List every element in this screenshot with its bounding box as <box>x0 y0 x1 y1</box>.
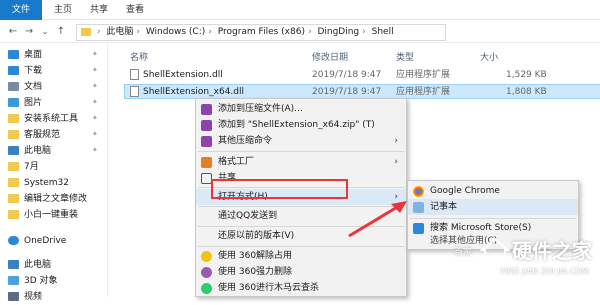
360-icon <box>201 251 212 262</box>
file-type: 应用程序扩展 <box>396 70 451 80</box>
ribbon: 文件 主页 共享 查看 <box>0 0 600 20</box>
house-logo-icon <box>480 237 510 266</box>
360-shield-icon <box>201 283 212 294</box>
menu-separator <box>198 151 404 152</box>
folder-icon <box>8 210 19 219</box>
pin-icon: ✦ <box>92 50 98 58</box>
folder-icon <box>8 162 19 171</box>
nav-item-documents[interactable]: 文档 <box>8 80 42 95</box>
nav-item-downloads[interactable]: 下载 <box>8 64 42 79</box>
nav-item-system32[interactable]: System32 <box>8 176 69 191</box>
file-date: 2019/7/18 9:47 <box>312 70 382 80</box>
pin-icon: ✦ <box>92 98 98 106</box>
watermark: 硬件之家 YING JIAN ZHI JIA.COM 百家 <box>450 229 596 293</box>
nav-item-service-rules[interactable]: 客服规范 <box>8 128 60 143</box>
breadcrumb-drive[interactable]: Windows (C:) <box>146 25 205 40</box>
submenu-item-notepad[interactable]: 记事本 <box>408 199 578 215</box>
dll-file-icon <box>130 86 139 97</box>
pin-icon: ✦ <box>92 82 98 90</box>
nav-item-3d-objects[interactable]: 3D 对象 <box>8 274 58 289</box>
pin-icon: ✦ <box>92 146 98 154</box>
address-input[interactable]: › 此电脑 › Windows (C:) › Program Files (x86)… <box>76 24 446 41</box>
pin-icon: ✦ <box>92 66 98 74</box>
download-icon <box>8 66 19 75</box>
nav-item-this-pc[interactable]: 此电脑 <box>8 258 51 273</box>
menu-item-add-to-zip[interactable]: 添加到 "ShellExtension_x64.zip" (T) <box>196 117 406 133</box>
breadcrumb-program-files[interactable]: Program Files (x86) <box>218 25 305 40</box>
file-size: 1,529 KB <box>506 70 547 80</box>
dll-file-icon <box>130 69 139 80</box>
nav-item-edit-articles[interactable]: 编辑之文章修改 <box>8 192 87 207</box>
file-name: ShellExtension_x64.dll <box>143 87 244 97</box>
highlight-open-with <box>211 179 348 199</box>
red-arrow-icon <box>348 201 407 238</box>
nav-item-desktop[interactable]: 桌面 <box>8 48 42 63</box>
menu-separator <box>198 246 404 247</box>
up-arrow-icon[interactable]: ↑ <box>54 25 68 39</box>
menu-item-360-scan[interactable]: 使用 360进行木马云查杀 <box>196 280 406 296</box>
watermark-pinyin: YING JIAN ZHI JIA.COM <box>500 267 589 276</box>
winrar-icon <box>201 120 212 131</box>
pictures-icon <box>8 98 19 107</box>
navigation-pane: 桌面 ✦ 下载 ✦ 文档 ✦ 图片 ✦ 安装系统工具 ✦ 客服规范 ✦ 此电脑 … <box>0 44 108 302</box>
address-bar-row: ← → ⌄ ↑ › 此电脑 › Windows (C:) › Program Fil… <box>0 21 600 43</box>
nav-item-install-tools[interactable]: 安装系统工具 <box>8 112 78 127</box>
menu-separator <box>410 218 576 219</box>
nav-item-july[interactable]: 7月 <box>8 160 39 175</box>
file-row[interactable]: ShellExtension.dll 2019/7/18 9:47 应用程序扩展… <box>124 68 600 83</box>
menu-item-add-to-archive[interactable]: 添加到压缩文件(A)... <box>196 101 406 117</box>
pin-icon: ✦ <box>92 130 98 138</box>
breadcrumb-this-pc[interactable]: 此电脑 <box>106 25 133 40</box>
column-header-type[interactable]: 类型 <box>396 50 414 63</box>
nav-item-onedrive[interactable]: OneDrive <box>8 234 66 249</box>
tab-file[interactable]: 文件 <box>0 0 42 20</box>
forward-arrow-icon[interactable]: → <box>22 25 36 39</box>
column-header-name[interactable]: 名称 <box>130 50 148 63</box>
notepad-icon <box>413 202 424 213</box>
tab-home[interactable]: 主页 <box>50 0 76 20</box>
desktop-icon <box>8 50 19 59</box>
column-header-size[interactable]: 大小 <box>480 50 498 63</box>
folder-icon <box>8 194 19 203</box>
cloud-icon <box>8 236 19 245</box>
computer-icon <box>8 260 19 269</box>
breadcrumb-shell[interactable]: Shell <box>372 25 394 40</box>
file-size: 1,808 KB <box>506 87 547 97</box>
3d-objects-icon <box>8 276 19 285</box>
documents-icon <box>8 82 19 91</box>
breadcrumb-dingding[interactable]: DingDing <box>317 25 359 40</box>
tab-share[interactable]: 共享 <box>86 0 112 20</box>
menu-item-other-compress[interactable]: 其他压缩命令 › <box>196 133 406 149</box>
watermark-brand: 硬件之家 <box>512 239 592 263</box>
folder-icon <box>81 27 91 36</box>
chrome-icon <box>413 186 424 197</box>
file-name: ShellExtension.dll <box>143 70 223 80</box>
folder-icon <box>8 178 19 187</box>
computer-icon <box>8 146 19 155</box>
chevron-right-icon: › <box>394 136 398 146</box>
column-header-date[interactable]: 修改日期 <box>312 50 348 63</box>
menu-item-format-factory[interactable]: 格式工厂 › <box>196 154 406 170</box>
pin-icon: ✦ <box>92 114 98 122</box>
nav-item-this-pc-quick[interactable]: 此电脑 <box>8 144 51 159</box>
watermark-small: 百家 <box>454 248 473 258</box>
tab-view[interactable]: 查看 <box>122 0 148 20</box>
submenu-item-chrome[interactable]: Google Chrome <box>408 183 578 199</box>
chevron-right-icon: › <box>394 157 398 167</box>
nav-item-xiaobai[interactable]: 小白一键重装 <box>8 208 78 223</box>
winrar-icon <box>201 136 212 147</box>
folder-icon <box>8 130 19 139</box>
winrar-icon <box>201 104 212 115</box>
file-row-selected[interactable]: ShellExtension_x64.dll 2019/7/18 9:47 应用… <box>124 84 600 99</box>
recent-chevron-icon[interactable]: ⌄ <box>38 25 52 39</box>
nav-item-pictures[interactable]: 图片 <box>8 96 42 111</box>
back-arrow-icon[interactable]: ← <box>6 25 20 39</box>
menu-item-360-delete[interactable]: 使用 360强力删除 <box>196 264 406 280</box>
360-icon <box>201 267 212 278</box>
folder-icon <box>8 114 19 123</box>
format-factory-icon <box>201 157 212 168</box>
menu-item-360-unlock[interactable]: 使用 360解除占用 <box>196 248 406 264</box>
nav-item-videos[interactable]: 视频 <box>8 290 42 305</box>
